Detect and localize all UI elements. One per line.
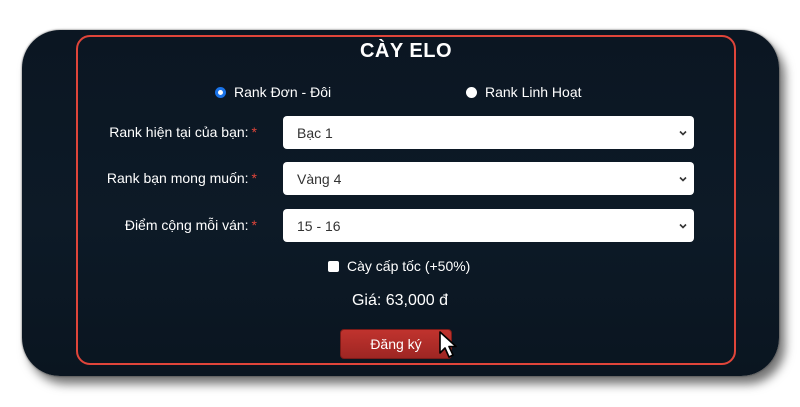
express-checkbox[interactable] [328,260,339,272]
required-mark: * [251,217,257,233]
current-rank-label: Rank hiện tại của bạn: * [109,124,257,140]
chevron-down-icon [679,176,687,182]
required-mark: * [251,170,257,186]
form-panel: CÀY ELO [76,35,736,365]
select-value: Vàng 4 [297,170,342,187]
desired-rank-label: Rank bạn mong muốn: * [107,170,257,186]
field-label-text: Điểm cộng mỗi ván: [124,217,249,233]
chevron-down-icon [679,223,687,229]
radio-label: Rank Đơn - Đôi [234,84,332,100]
field-label-text: Rank hiện tại của bạn: [109,124,249,140]
field-label-text: Rank bạn mong muốn: [106,170,249,186]
required-mark: * [251,124,257,140]
express-label: Cày cấp tốc (+50%) [347,258,471,274]
chevron-down-icon [679,130,687,136]
radio-unselected-icon[interactable] [466,86,477,98]
radio-rank-linh-hoat[interactable]: Rank Linh Hoạt [466,84,582,100]
hand-cursor-icon [439,331,457,358]
points-per-game-label: Điểm cộng mỗi ván: * [125,217,257,233]
form-title: CÀY ELO [359,40,453,62]
radio-label: Rank Linh Hoạt [485,84,582,100]
price-text: Giá: 63,000 đ [351,292,449,309]
select-value: 15 - 16 [297,217,341,234]
desired-rank-select[interactable]: Vàng 4 [283,162,694,195]
radio-rank-don-doi[interactable]: Rank Đơn - Đôi [215,84,331,100]
select-value: Bạc 1 [297,124,333,141]
points-per-game-select[interactable]: 15 - 16 [283,209,694,242]
register-button[interactable]: Đăng ký [340,329,452,359]
current-rank-select[interactable]: Bạc 1 [283,116,694,149]
express-option[interactable]: Cày cấp tốc (+50%) [328,258,470,274]
radio-selected-icon[interactable] [215,86,226,98]
